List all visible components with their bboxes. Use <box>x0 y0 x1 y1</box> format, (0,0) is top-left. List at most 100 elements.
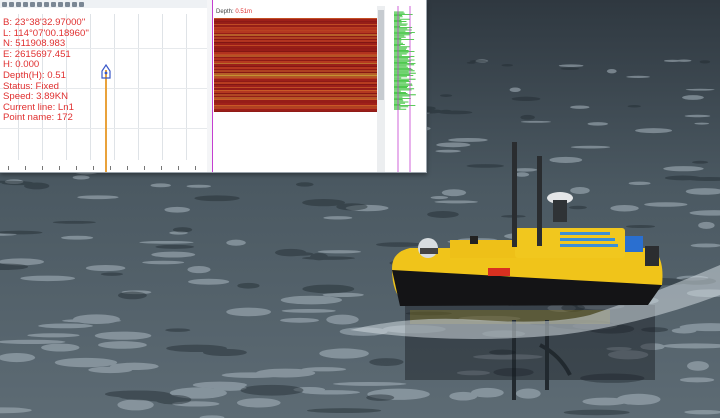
survey-track-line <box>105 70 107 172</box>
echo-stripe <box>214 54 378 55</box>
measure-icon[interactable] <box>30 1 35 7</box>
echo-stripe <box>214 58 378 60</box>
fit-icon[interactable] <box>23 1 28 7</box>
water-ripple <box>139 240 194 244</box>
water-ripple <box>333 382 407 386</box>
echo-stripe <box>214 30 378 31</box>
water-ripple <box>295 182 314 187</box>
scrollbar-thumb[interactable] <box>378 10 384 100</box>
water-ripple <box>441 189 467 197</box>
echo-stripe <box>214 22 378 24</box>
echo-stripe <box>214 45 378 46</box>
water-ripple <box>117 399 154 411</box>
echo-stripe <box>214 51 378 52</box>
echo-stripe <box>214 49 378 51</box>
water-ripple <box>301 256 356 260</box>
water-ripple <box>104 390 166 398</box>
export-icon[interactable] <box>79 1 84 7</box>
line-icon[interactable] <box>37 1 42 7</box>
echo-stripe <box>214 79 378 81</box>
echogram-scrollbar[interactable] <box>377 6 385 172</box>
water-ripple <box>165 328 191 332</box>
echo-stripe <box>214 70 378 72</box>
echo-stripe <box>214 76 378 78</box>
zoom-out-icon[interactable] <box>9 1 14 7</box>
water-ripple <box>520 114 535 120</box>
echo-stripe <box>214 75 378 76</box>
water-ripple <box>427 211 459 218</box>
echo-stripe <box>214 94 378 96</box>
water-ripple <box>226 239 246 246</box>
echo-stripe <box>214 25 378 27</box>
echo-stripe <box>214 105 378 106</box>
echo-stripe <box>214 84 378 85</box>
water-ripple <box>187 266 211 274</box>
echo-stripe <box>214 66 378 67</box>
water-ripple <box>275 248 307 257</box>
water-ripple <box>0 353 36 363</box>
echo-stripe <box>214 81 378 82</box>
water-ripple <box>27 333 80 338</box>
water-ripple <box>663 166 704 172</box>
water-ripple <box>150 183 171 188</box>
echo-stripe <box>214 21 378 22</box>
echo-stripe <box>214 82 378 84</box>
point-icon[interactable] <box>44 1 49 7</box>
map-view[interactable]: B: 23°38'32.97000'' L: 114°07'00.18960''… <box>0 8 207 172</box>
water-ripple <box>520 120 551 123</box>
water-ripple <box>430 196 449 200</box>
zoom-in-icon[interactable] <box>2 1 7 7</box>
water-ripple <box>221 372 283 378</box>
water-ripple <box>20 275 76 282</box>
echo-stripe <box>214 85 378 87</box>
echo-stripe <box>214 100 378 102</box>
echo-stripe <box>214 108 378 109</box>
water-ripple <box>281 309 336 313</box>
water-ripple <box>85 265 126 272</box>
waveform-panel <box>388 0 426 172</box>
echo-stripe <box>214 73 378 75</box>
water-ripple <box>322 292 364 298</box>
water-ripple <box>440 109 452 113</box>
water-ripple <box>606 68 617 74</box>
water-ripple <box>570 186 590 195</box>
echo-stripe <box>214 27 378 28</box>
echo-depth-label: Depth: <box>216 9 234 15</box>
water-ripple <box>52 220 96 224</box>
water-ripple <box>501 64 513 67</box>
water-ripple <box>449 391 478 401</box>
echo-stripe <box>214 46 378 48</box>
echo-stripe <box>214 18 378 19</box>
water-ripple <box>679 377 715 383</box>
echo-stripe <box>214 87 378 88</box>
water-ripple <box>186 184 212 188</box>
water-ripple <box>466 164 505 168</box>
stop-icon[interactable] <box>72 1 77 7</box>
record-icon[interactable] <box>65 1 70 7</box>
map-scale-bar <box>0 161 207 170</box>
echo-depth-readout: Depth: 0.51m <box>216 9 252 15</box>
map-scale-tick <box>110 166 111 170</box>
boat-position-icon <box>101 64 111 79</box>
water-ripple <box>317 250 362 254</box>
water-ripple <box>664 59 682 63</box>
settings-icon[interactable] <box>58 1 63 7</box>
water-ripple <box>98 341 147 349</box>
echo-stripe <box>214 33 378 34</box>
echo-stripe <box>214 72 378 73</box>
water-ripple <box>54 357 118 368</box>
water-ripple <box>436 142 471 148</box>
water-ripple <box>685 88 715 91</box>
layer-icon[interactable] <box>51 1 56 7</box>
echo-stripe <box>214 61 378 63</box>
echo-stripe <box>214 31 378 33</box>
water-ripple <box>61 235 94 240</box>
water-ripple <box>570 105 590 109</box>
water-ripple <box>226 307 271 317</box>
water-ripple <box>682 95 704 100</box>
echo-stripe <box>214 48 378 49</box>
water-ripple <box>323 216 353 220</box>
echo-stripe <box>214 60 378 61</box>
water-ripple <box>77 195 119 200</box>
pan-icon[interactable] <box>16 1 21 7</box>
